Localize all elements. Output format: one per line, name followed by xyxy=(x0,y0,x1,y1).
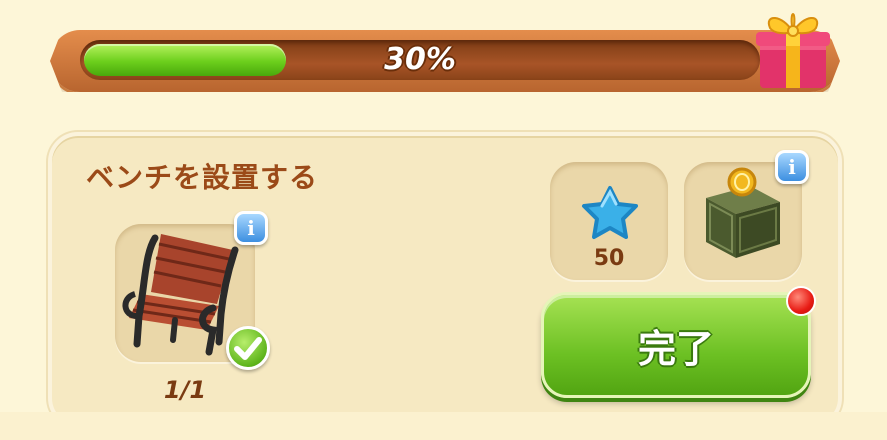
complete-button[interactable]: 完了 xyxy=(541,292,811,398)
star-reward-amount: 50 xyxy=(593,246,625,271)
item-count: 1/1 xyxy=(163,376,207,404)
checkmark-icon xyxy=(226,326,270,370)
bench-info-icon[interactable]: i xyxy=(234,211,268,245)
gift-box-icon[interactable] xyxy=(754,4,832,92)
progress-label: 30% xyxy=(384,42,456,77)
notification-dot xyxy=(786,286,816,316)
complete-button-label: 完了 xyxy=(637,326,714,371)
reward-slot-star[interactable]: 50 xyxy=(550,162,668,280)
bottom-strip xyxy=(0,412,887,440)
progress-bar: 30% xyxy=(80,40,760,80)
task-title: ベンチを設置する xyxy=(86,161,319,194)
reward-info-icon[interactable]: i xyxy=(775,150,809,184)
